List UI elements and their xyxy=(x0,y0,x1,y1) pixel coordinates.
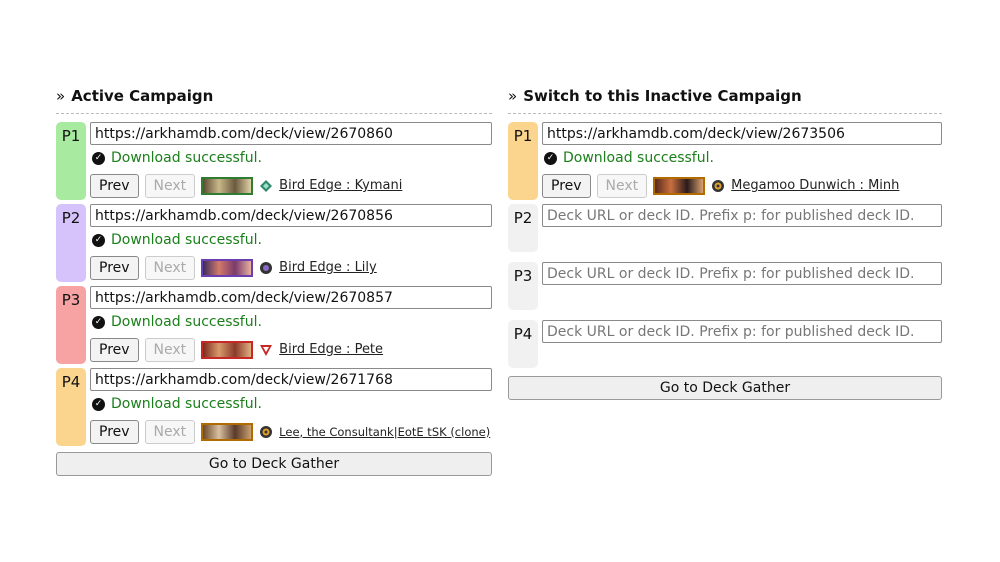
download-status: ✓ Download successful. xyxy=(90,148,492,168)
deck-url-input[interactable] xyxy=(90,122,492,145)
download-status: ✓ Download successful. xyxy=(542,148,942,168)
deck-link[interactable]: Bird Edge : Pete xyxy=(279,342,383,357)
deck-row: Prev Next Megamoo Dunwich : Minh xyxy=(542,173,942,198)
go-to-deck-gather-button[interactable]: Go to Deck Gather xyxy=(508,376,942,400)
deck-url-input[interactable] xyxy=(542,320,942,343)
active-campaign-heading: » Active Campaign xyxy=(56,84,492,108)
inactive-campaign-panel: » Switch to this Inactive Campaign P1 ✓ … xyxy=(508,84,942,400)
gather-button-wrap: Go to Deck Gather xyxy=(508,376,942,400)
player-row-p2: P2 xyxy=(508,204,942,252)
check-circle-icon: ✓ xyxy=(544,151,557,165)
next-button[interactable]: Next xyxy=(144,337,196,362)
player-tab: P4 xyxy=(56,368,86,446)
status-text: Download successful. xyxy=(111,396,262,412)
divider xyxy=(508,113,942,114)
player-row-p4: P4 xyxy=(508,320,942,368)
download-status: ✓ Download successful. xyxy=(90,312,492,332)
player-tab: P2 xyxy=(508,204,538,252)
guardian-icon xyxy=(259,179,273,193)
go-to-deck-gather-button[interactable]: Go to Deck Gather xyxy=(56,452,492,476)
deck-row: Prev Next Bird Edge : Kymani xyxy=(90,173,492,198)
investigator-thumbnail xyxy=(653,176,706,195)
player-row-p2: P2 ✓ Download successful. Prev Next Bird… xyxy=(56,204,492,282)
check-circle-icon: ✓ xyxy=(92,397,105,411)
player-tab: P3 xyxy=(56,286,86,364)
mystic-icon xyxy=(259,261,273,275)
deck-url-input[interactable] xyxy=(542,122,942,145)
player-row-p3: P3 ✓ Download successful. Prev Next Bird… xyxy=(56,286,492,364)
deck-row: Prev Next Bird Edge : Lily xyxy=(90,255,492,280)
deck-link[interactable]: Bird Edge : Lily xyxy=(279,260,377,275)
status-text: Download successful. xyxy=(111,232,262,248)
deck-url-input[interactable] xyxy=(542,204,942,227)
divider xyxy=(56,113,492,114)
player-tab: P3 xyxy=(508,262,538,310)
download-status: ✓ Download successful. xyxy=(90,394,492,414)
player-row-p1: P1 ✓ Download successful. Prev Next Mega… xyxy=(508,122,942,200)
download-status: ✓ Download successful. xyxy=(90,230,492,250)
deck-link[interactable]: Bird Edge : Kymani xyxy=(279,178,402,193)
deck-url-input[interactable] xyxy=(90,204,492,227)
status-text: Download successful. xyxy=(563,150,714,166)
inactive-campaign-heading: » Switch to this Inactive Campaign xyxy=(508,84,942,108)
deck-row: Prev Next Bird Edge : Pete xyxy=(90,337,492,362)
deck-link[interactable]: Lee, the Consultank|EotE tSK (clone) xyxy=(279,425,490,439)
prev-button[interactable]: Prev xyxy=(542,173,591,198)
investigator-thumbnail xyxy=(201,176,254,195)
player-tab: P1 xyxy=(508,122,538,200)
seeker-icon xyxy=(259,425,273,439)
check-circle-icon: ✓ xyxy=(92,315,105,329)
player-tab: P2 xyxy=(56,204,86,282)
player-tab: P4 xyxy=(508,320,538,368)
player-row-p4: P4 ✓ Download successful. Prev Next Lee,… xyxy=(56,368,492,446)
deck-url-input[interactable] xyxy=(90,368,492,391)
investigator-thumbnail xyxy=(201,422,254,441)
seeker-icon xyxy=(711,179,725,193)
next-button[interactable]: Next xyxy=(144,255,196,280)
active-campaign-title: Active Campaign xyxy=(71,87,214,105)
check-circle-icon: ✓ xyxy=(92,151,105,165)
deck-link[interactable]: Megamoo Dunwich : Minh xyxy=(731,178,899,193)
chevron-double-right-icon: » xyxy=(508,87,518,105)
player-row-p3: P3 xyxy=(508,262,942,310)
deck-url-input[interactable] xyxy=(90,286,492,309)
deck-url-input[interactable] xyxy=(542,262,942,285)
prev-button[interactable]: Prev xyxy=(90,419,139,444)
prev-button[interactable]: Prev xyxy=(90,337,139,362)
prev-button[interactable]: Prev xyxy=(90,173,139,198)
chevron-double-right-icon: » xyxy=(56,87,66,105)
deck-row: Prev Next Lee, the Consultank|EotE tSK (… xyxy=(90,419,492,444)
active-campaign-panel: » Active Campaign P1 ✓ Download successf… xyxy=(56,84,492,480)
investigator-thumbnail xyxy=(201,258,254,277)
survivor-icon xyxy=(259,343,273,357)
check-circle-icon: ✓ xyxy=(92,233,105,247)
next-button[interactable]: Next xyxy=(144,173,196,198)
player-row-p1: P1 ✓ Download successful. Prev Next Bird… xyxy=(56,122,492,200)
prev-button[interactable]: Prev xyxy=(90,255,139,280)
gather-button-wrap: Go to Deck Gather xyxy=(56,452,492,476)
status-text: Download successful. xyxy=(111,314,262,330)
inactive-campaign-title: Switch to this Inactive Campaign xyxy=(523,87,802,105)
next-button[interactable]: Next xyxy=(144,419,196,444)
investigator-thumbnail xyxy=(201,340,254,359)
next-button[interactable]: Next xyxy=(596,173,648,198)
player-tab: P1 xyxy=(56,122,86,200)
status-text: Download successful. xyxy=(111,150,262,166)
